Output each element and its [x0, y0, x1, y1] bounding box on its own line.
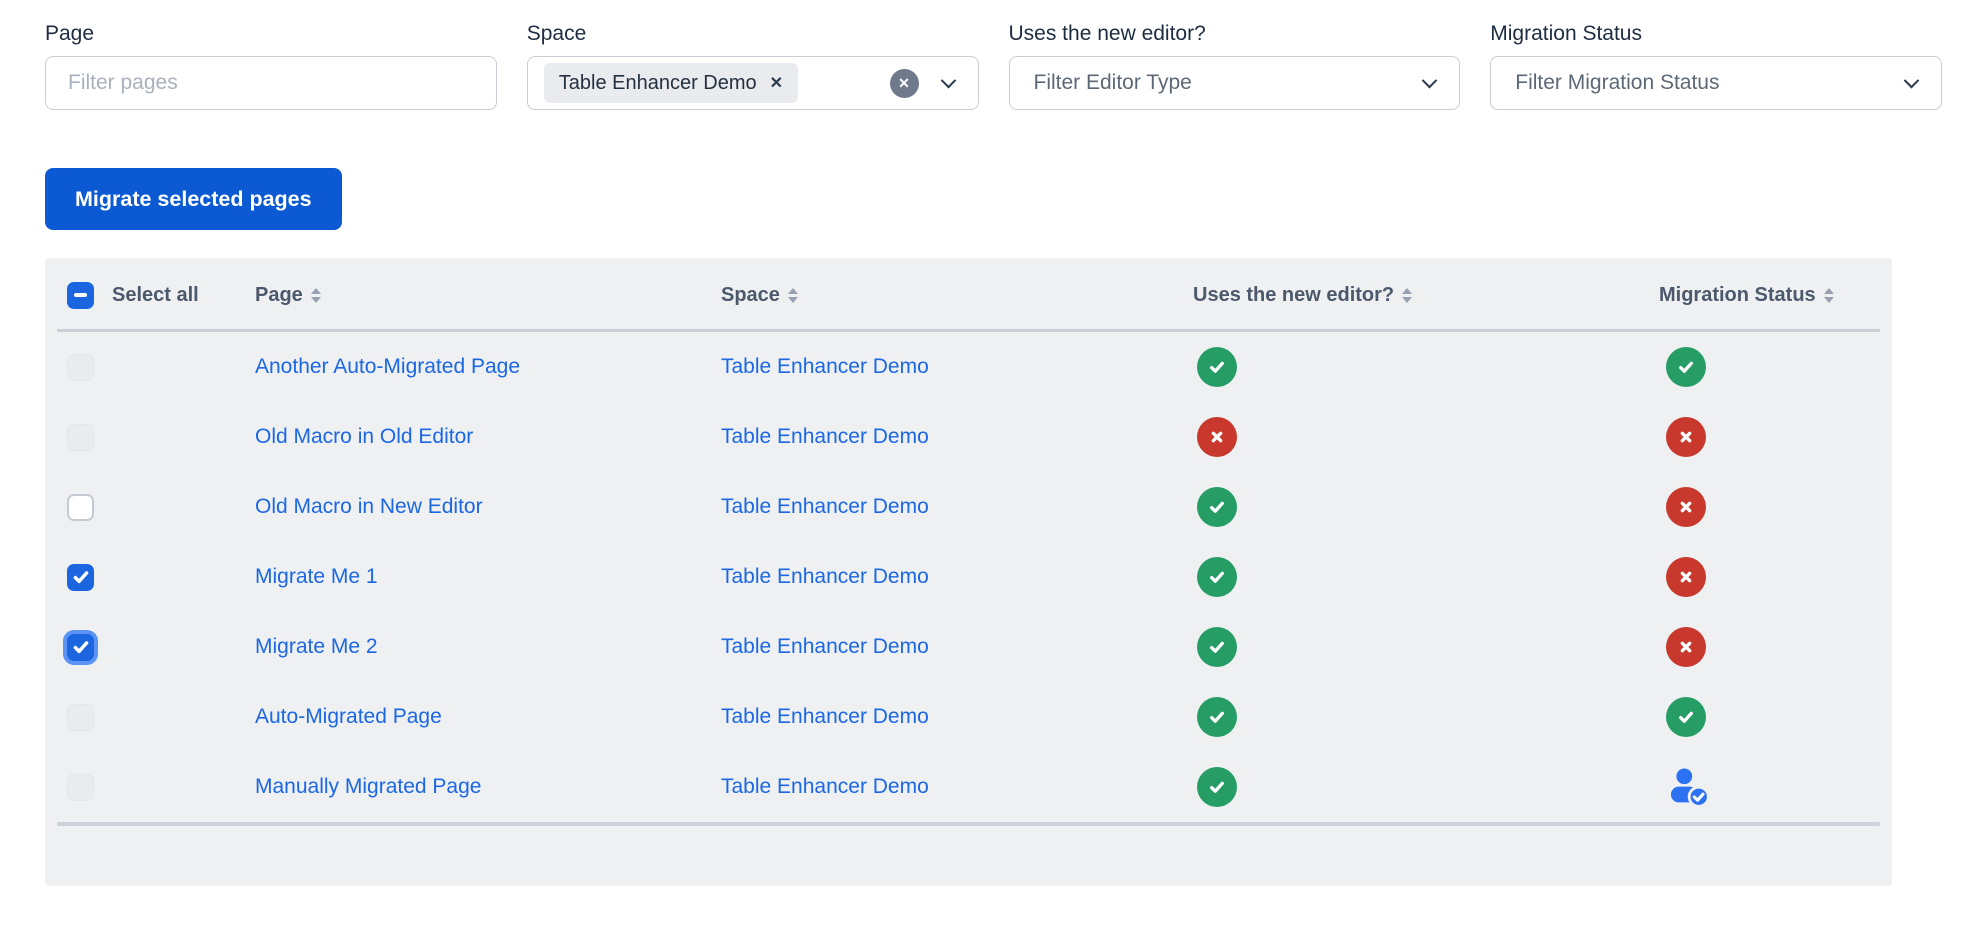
space-tag-label: Table Enhancer Demo — [559, 72, 757, 95]
select-all-label: Select all — [112, 284, 199, 307]
table-row: Manually Migrated Page Table Enhancer De… — [45, 752, 1892, 822]
editor-check-circle-icon — [1197, 627, 1237, 667]
row-checkbox — [67, 424, 94, 451]
chevron-down-icon — [940, 72, 956, 88]
editor-check-circle-icon — [1197, 347, 1237, 387]
editor-filter-placeholder: Filter Editor Type — [1034, 71, 1192, 95]
migration-check-circle-icon — [1666, 347, 1706, 387]
table-row: Old Macro in New Editor Table Enhancer D… — [45, 472, 1892, 542]
pages-table: Select all Page Space Uses the new edito… — [45, 258, 1892, 886]
space-link[interactable]: Table Enhancer Demo — [721, 495, 929, 518]
page-filter-label: Page — [45, 22, 497, 46]
migration-check-circle-icon — [1666, 697, 1706, 737]
space-link[interactable]: Table Enhancer Demo — [721, 425, 929, 448]
table-header-row: Select all Page Space Uses the new edito… — [45, 258, 1892, 332]
page-link[interactable]: Another Auto-Migrated Page — [255, 355, 520, 378]
space-link[interactable]: Table Enhancer Demo — [721, 355, 929, 378]
space-link[interactable]: Table Enhancer Demo — [721, 565, 929, 588]
editor-filter-label: Uses the new editor? — [1009, 22, 1461, 46]
table-row: Another Auto-Migrated Page Table Enhance… — [45, 332, 1892, 402]
sort-icon — [1402, 288, 1412, 303]
editor-filter-group: Uses the new editor? Filter Editor Type — [1009, 22, 1461, 110]
row-checkbox[interactable] — [67, 564, 94, 591]
select-all-checkbox[interactable] — [67, 282, 94, 309]
row-checkbox — [67, 774, 94, 801]
editor-check-circle-icon — [1197, 697, 1237, 737]
migration-user-check-icon — [1666, 765, 1892, 809]
migration-filter-select[interactable]: Filter Migration Status — [1490, 56, 1942, 110]
column-header-page[interactable]: Page — [255, 284, 721, 307]
page-filter-group: Page — [45, 22, 497, 110]
page-link[interactable]: Migrate Me 1 — [255, 565, 378, 588]
page-filter-input[interactable] — [45, 56, 497, 110]
migration-filter-group: Migration Status Filter Migration Status — [1490, 22, 1942, 110]
space-link[interactable]: Table Enhancer Demo — [721, 775, 929, 798]
row-checkbox — [67, 704, 94, 731]
sort-icon — [788, 288, 798, 303]
page-link[interactable]: Auto-Migrated Page — [255, 705, 442, 728]
editor-cross-circle-icon — [1197, 417, 1237, 457]
sort-icon — [1824, 288, 1834, 303]
table-footer — [45, 826, 1892, 886]
migrate-selected-button[interactable]: Migrate selected pages — [45, 168, 342, 230]
page-link[interactable]: Old Macro in New Editor — [255, 495, 483, 518]
row-checkbox[interactable] — [67, 494, 94, 521]
migration-tool-page: Page Space Table Enhancer Demo ✕ ✕ Uses … — [0, 0, 1974, 886]
migration-cross-circle-icon — [1666, 627, 1706, 667]
column-header-space[interactable]: Space — [721, 284, 1193, 307]
migration-filter-label: Migration Status — [1490, 22, 1942, 46]
editor-check-circle-icon — [1197, 487, 1237, 527]
space-filter-group: Space Table Enhancer Demo ✕ ✕ — [527, 22, 979, 110]
migration-filter-placeholder: Filter Migration Status — [1515, 71, 1719, 95]
row-checkbox[interactable] — [67, 634, 94, 661]
chevron-down-icon — [1904, 72, 1920, 88]
column-header-editor[interactable]: Uses the new editor? — [1193, 284, 1659, 307]
table-row: Old Macro in Old Editor Table Enhancer D… — [45, 402, 1892, 472]
table-row: Migrate Me 2 Table Enhancer Demo — [45, 612, 1892, 682]
space-link[interactable]: Table Enhancer Demo — [721, 635, 929, 658]
page-link[interactable]: Old Macro in Old Editor — [255, 425, 473, 448]
space-link[interactable]: Table Enhancer Demo — [721, 705, 929, 728]
editor-filter-select[interactable]: Filter Editor Type — [1009, 56, 1461, 110]
remove-tag-icon[interactable]: ✕ — [770, 73, 783, 93]
page-link[interactable]: Manually Migrated Page — [255, 775, 481, 798]
filter-bar: Page Space Table Enhancer Demo ✕ ✕ Uses … — [45, 22, 1942, 110]
table-row: Migrate Me 1 Table Enhancer Demo — [45, 542, 1892, 612]
clear-selection-icon[interactable]: ✕ — [890, 69, 919, 98]
space-select-controls: ✕ — [890, 69, 954, 98]
space-filter-select[interactable]: Table Enhancer Demo ✕ ✕ — [527, 56, 979, 110]
space-tag: Table Enhancer Demo ✕ — [544, 63, 798, 103]
migration-cross-circle-icon — [1666, 557, 1706, 597]
table-row: Auto-Migrated Page Table Enhancer Demo — [45, 682, 1892, 752]
table-body: Another Auto-Migrated Page Table Enhance… — [45, 332, 1892, 822]
editor-check-circle-icon — [1197, 767, 1237, 807]
chevron-down-icon — [1422, 72, 1438, 88]
indeterminate-minus-icon — [74, 293, 87, 297]
row-checkbox — [67, 354, 94, 381]
migration-cross-circle-icon — [1666, 417, 1706, 457]
column-header-migration[interactable]: Migration Status — [1659, 284, 1892, 307]
sort-icon — [311, 288, 321, 303]
migration-cross-circle-icon — [1666, 487, 1706, 527]
select-all-cell: Select all — [45, 282, 255, 309]
page-link[interactable]: Migrate Me 2 — [255, 635, 378, 658]
space-filter-label: Space — [527, 22, 979, 46]
editor-check-circle-icon — [1197, 557, 1237, 597]
